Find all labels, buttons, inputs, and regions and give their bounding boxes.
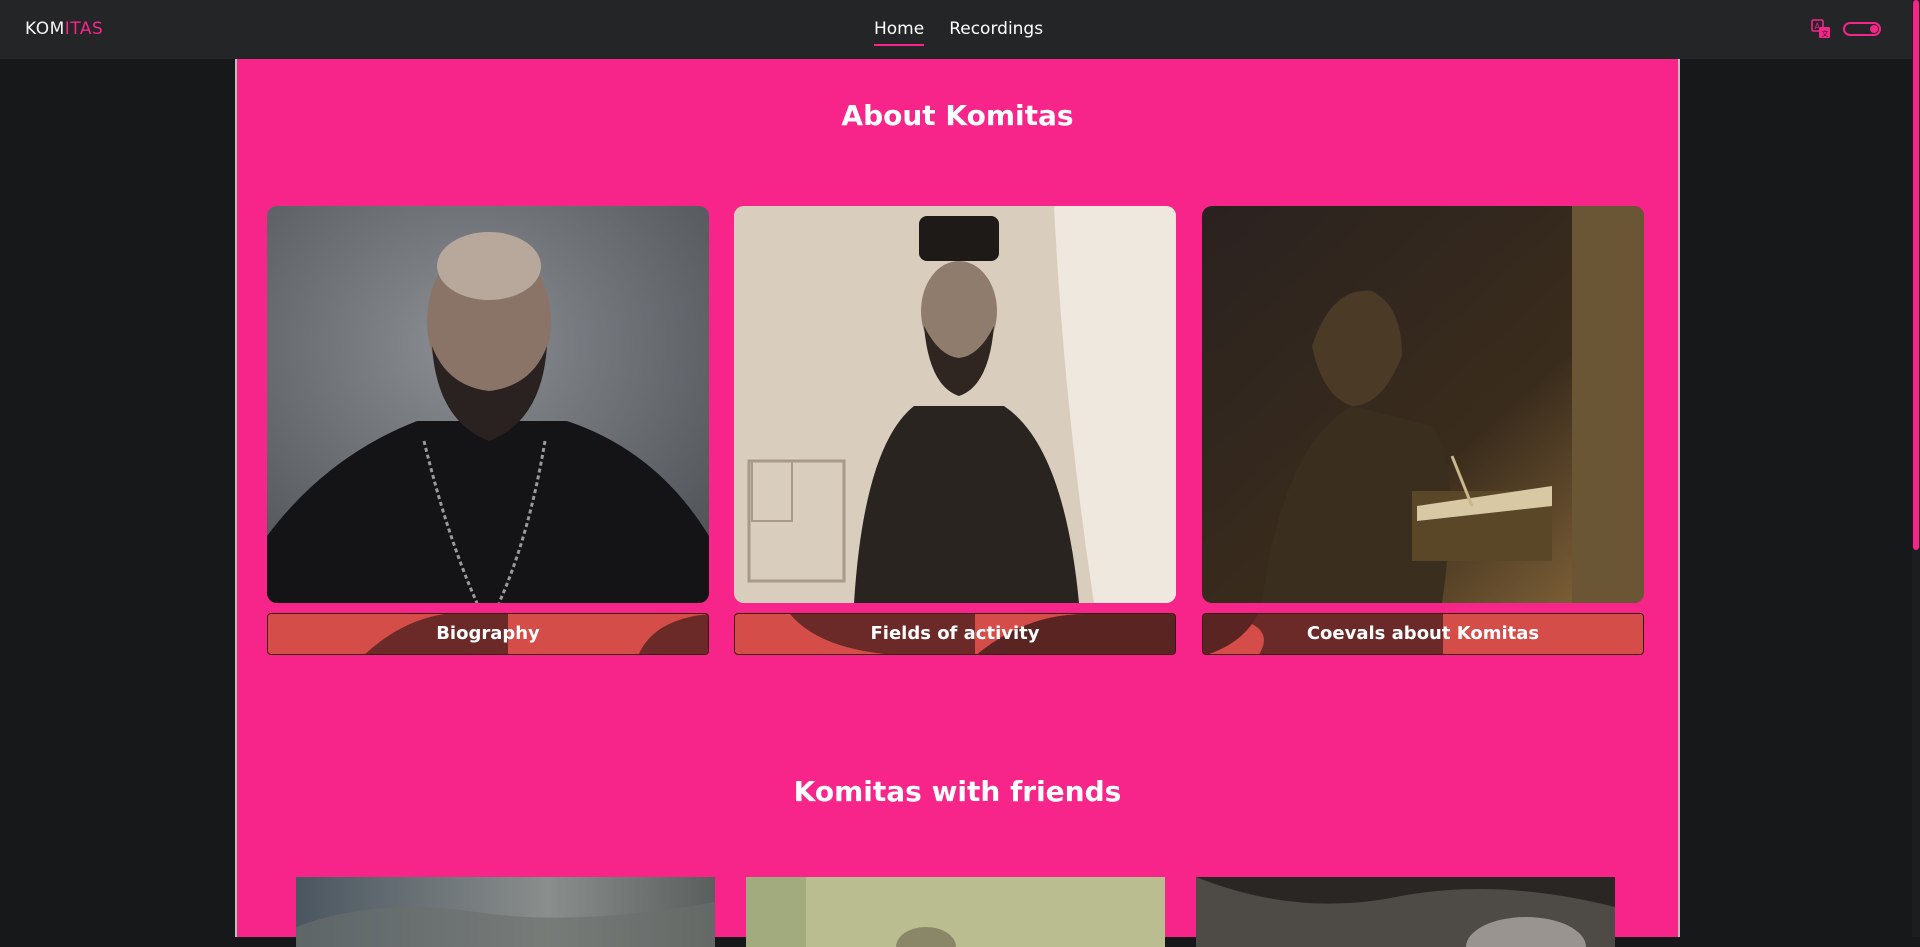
coevals-label: Coevals about Komitas <box>1306 623 1540 644</box>
fields-of-activity-label: Fields of activity <box>870 623 1040 644</box>
toggle-knob <box>1870 25 1878 33</box>
biography-portrait-image[interactable] <box>267 206 709 603</box>
top-navigation-bar: KOMITAS Home Recordings A 文 <box>0 0 1920 59</box>
scrollbar-thumb[interactable] <box>1913 0 1919 550</box>
nav-item-recordings[interactable]: Recordings <box>949 19 1043 46</box>
friends-section-title: Komitas with friends <box>793 775 1122 808</box>
coevals-button[interactable]: Coevals about Komitas <box>1202 613 1644 655</box>
card-coevals: Coevals about Komitas <box>1202 206 1644 655</box>
nav-item-home[interactable]: Home <box>874 19 925 46</box>
translate-icon[interactable]: A 文 <box>1811 19 1831 39</box>
about-section-title: About Komitas <box>841 99 1074 132</box>
logo-text-main: KOM <box>25 19 65 39</box>
main-nav: Home Recordings <box>874 19 1043 46</box>
logo-text-accent: ITAS <box>64 19 104 39</box>
card-biography: Biography <box>267 206 709 655</box>
biography-button[interactable]: Biography <box>267 613 709 655</box>
main-content: About Komitas Biography Fields of activi… <box>235 59 1680 947</box>
card-fields-of-activity: Fields of activity <box>734 206 1176 655</box>
svg-text:文: 文 <box>1822 29 1829 38</box>
coevals-portrait-image[interactable] <box>1202 206 1644 603</box>
page-scrollbar[interactable] <box>1912 0 1920 937</box>
fields-of-activity-portrait-image[interactable] <box>734 206 1176 603</box>
biography-label: Biography <box>436 623 540 644</box>
site-logo[interactable]: KOMITAS <box>25 19 103 39</box>
fields-of-activity-button[interactable]: Fields of activity <box>734 613 1176 655</box>
theme-toggle-icon[interactable] <box>1843 22 1881 36</box>
